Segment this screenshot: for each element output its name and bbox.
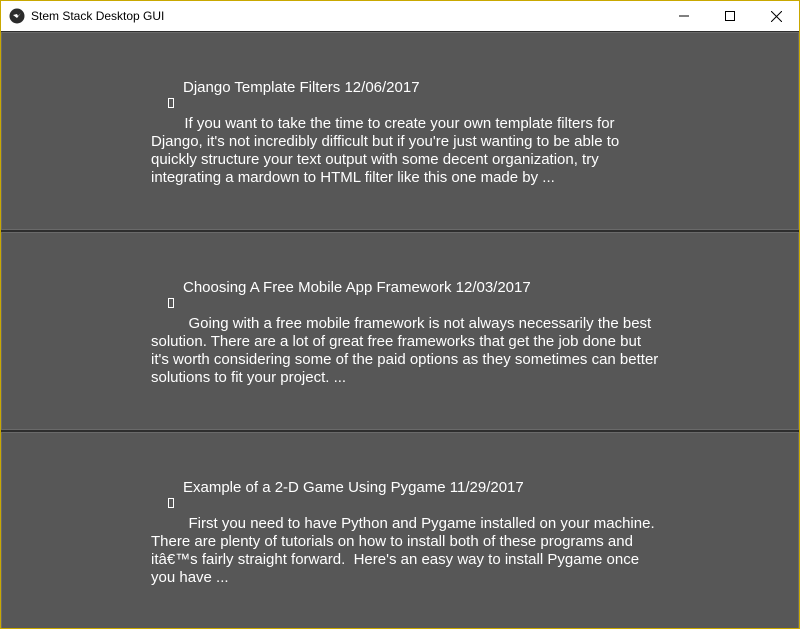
post-excerpt: If you want to take the time to create y… xyxy=(151,115,624,186)
close-button[interactable] xyxy=(753,1,799,31)
close-icon xyxy=(770,10,782,22)
kivy-app-icon xyxy=(9,8,25,24)
post-card[interactable]: Django Template Filters 12/06/2017 If yo… xyxy=(1,32,799,230)
app-window: Stem Stack Desktop GUI Django Template F… xyxy=(0,0,800,629)
post-title: Choosing A Free Mobile App Framework 12/… xyxy=(183,279,531,296)
post-excerpt: First you need to have Python and Pygame… xyxy=(151,515,659,586)
missing-glyph-icon xyxy=(168,98,174,108)
maximize-button[interactable] xyxy=(707,1,753,31)
missing-glyph-icon xyxy=(168,498,174,508)
minimize-icon xyxy=(679,15,689,17)
post-excerpt: Going with a free mobile framework is no… xyxy=(151,315,663,386)
minimize-button[interactable] xyxy=(661,1,707,31)
post-card[interactable]: Choosing A Free Mobile App Framework 12/… xyxy=(1,232,799,430)
post-title: Example of a 2-D Game Using Pygame 11/29… xyxy=(183,479,524,496)
maximize-icon xyxy=(725,11,735,21)
post-list[interactable]: Django Template Filters 12/06/2017 If yo… xyxy=(1,31,799,628)
title-bar[interactable]: Stem Stack Desktop GUI xyxy=(1,1,799,31)
post-title: Django Template Filters 12/06/2017 xyxy=(183,79,420,96)
post-card[interactable]: Example of a 2-D Game Using Pygame 11/29… xyxy=(1,432,799,628)
missing-glyph-icon xyxy=(168,298,174,308)
window-title: Stem Stack Desktop GUI xyxy=(31,9,165,23)
window-controls xyxy=(661,1,799,31)
